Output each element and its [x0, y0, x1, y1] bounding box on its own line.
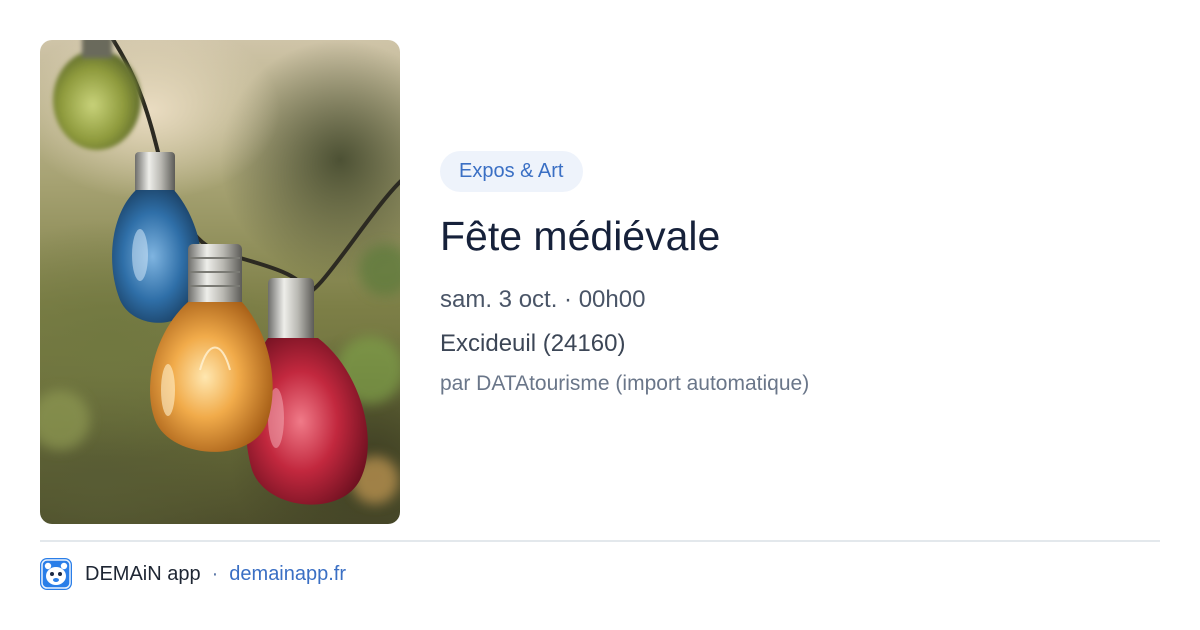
- footer-divider: [40, 540, 1160, 542]
- demain-mascot-icon: [40, 558, 72, 590]
- event-datetime: sam. 3 oct. · 00h00: [440, 286, 646, 313]
- app-website-link[interactable]: demainapp.fr: [229, 563, 346, 586]
- category-chip[interactable]: Expos & Art: [440, 151, 583, 192]
- footer: DEMAiN app · demainapp.fr: [40, 558, 346, 590]
- footer-separator: ·: [211, 562, 219, 585]
- event-title: Fête médiévale: [440, 213, 721, 259]
- event-share-card: Expos & Art Fête médiévale sam. 3 oct. ·…: [0, 0, 1200, 630]
- app-name: DEMAiN app: [85, 562, 201, 585]
- light-bulbs-illustration: [40, 40, 400, 505]
- event-source: par DATAtourisme (import automatique): [440, 372, 810, 395]
- event-details: Expos & Art Fête médiévale sam. 3 oct. ·…: [440, 151, 1160, 398]
- event-photo: [40, 40, 400, 524]
- event-location: Excideuil (24160): [440, 330, 626, 357]
